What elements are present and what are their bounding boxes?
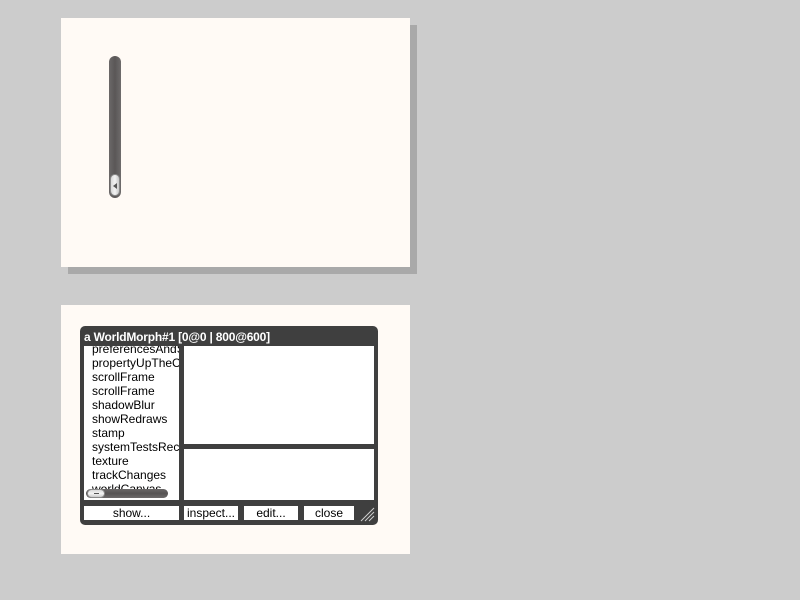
inspector-window[interactable]: a WorldMorph#1 [0@0 | 800@600] preferenc… xyxy=(80,326,378,525)
edit-button[interactable]: edit... xyxy=(244,506,298,520)
list-item[interactable]: scrollFrame xyxy=(84,384,179,398)
horizontal-scrollbar[interactable] xyxy=(86,489,168,498)
evaluation-pane[interactable] xyxy=(184,449,374,500)
list-item[interactable]: scrollFrame xyxy=(84,370,179,384)
world-canvas[interactable]: a WorldMorph#1 [0@0 | 800@600] preferenc… xyxy=(0,0,800,600)
vertical-slider[interactable] xyxy=(109,56,121,198)
vertical-slider-knob[interactable] xyxy=(110,174,120,196)
inspect-button[interactable]: inspect... xyxy=(184,506,238,520)
top-panel[interactable] xyxy=(61,18,410,267)
list-item[interactable]: showRedraws xyxy=(84,412,179,426)
property-list-items: preferencesAndSettings propertyUpTheChai… xyxy=(84,346,179,496)
inspector-title[interactable]: a WorldMorph#1 [0@0 | 800@600] xyxy=(84,330,270,344)
horizontal-scrollbar-knob[interactable] xyxy=(87,489,105,498)
resize-grip-icon[interactable] xyxy=(359,506,375,522)
property-list[interactable]: preferencesAndSettings propertyUpTheChai… xyxy=(84,346,179,500)
list-item[interactable]: systemTestsRecorder xyxy=(84,440,179,454)
list-item[interactable]: trackChanges xyxy=(84,468,179,482)
list-item[interactable]: preferencesAndSettings xyxy=(84,346,179,356)
show-button[interactable]: show... xyxy=(84,506,179,520)
list-item[interactable]: propertyUpTheChain xyxy=(84,356,179,370)
dash-icon xyxy=(94,493,99,494)
list-item[interactable]: texture xyxy=(84,454,179,468)
left-arrow-icon xyxy=(113,183,117,189)
value-pane[interactable] xyxy=(184,346,374,444)
close-button[interactable]: close xyxy=(304,506,354,520)
list-item[interactable]: stamp xyxy=(84,426,179,440)
list-item[interactable]: shadowBlur xyxy=(84,398,179,412)
